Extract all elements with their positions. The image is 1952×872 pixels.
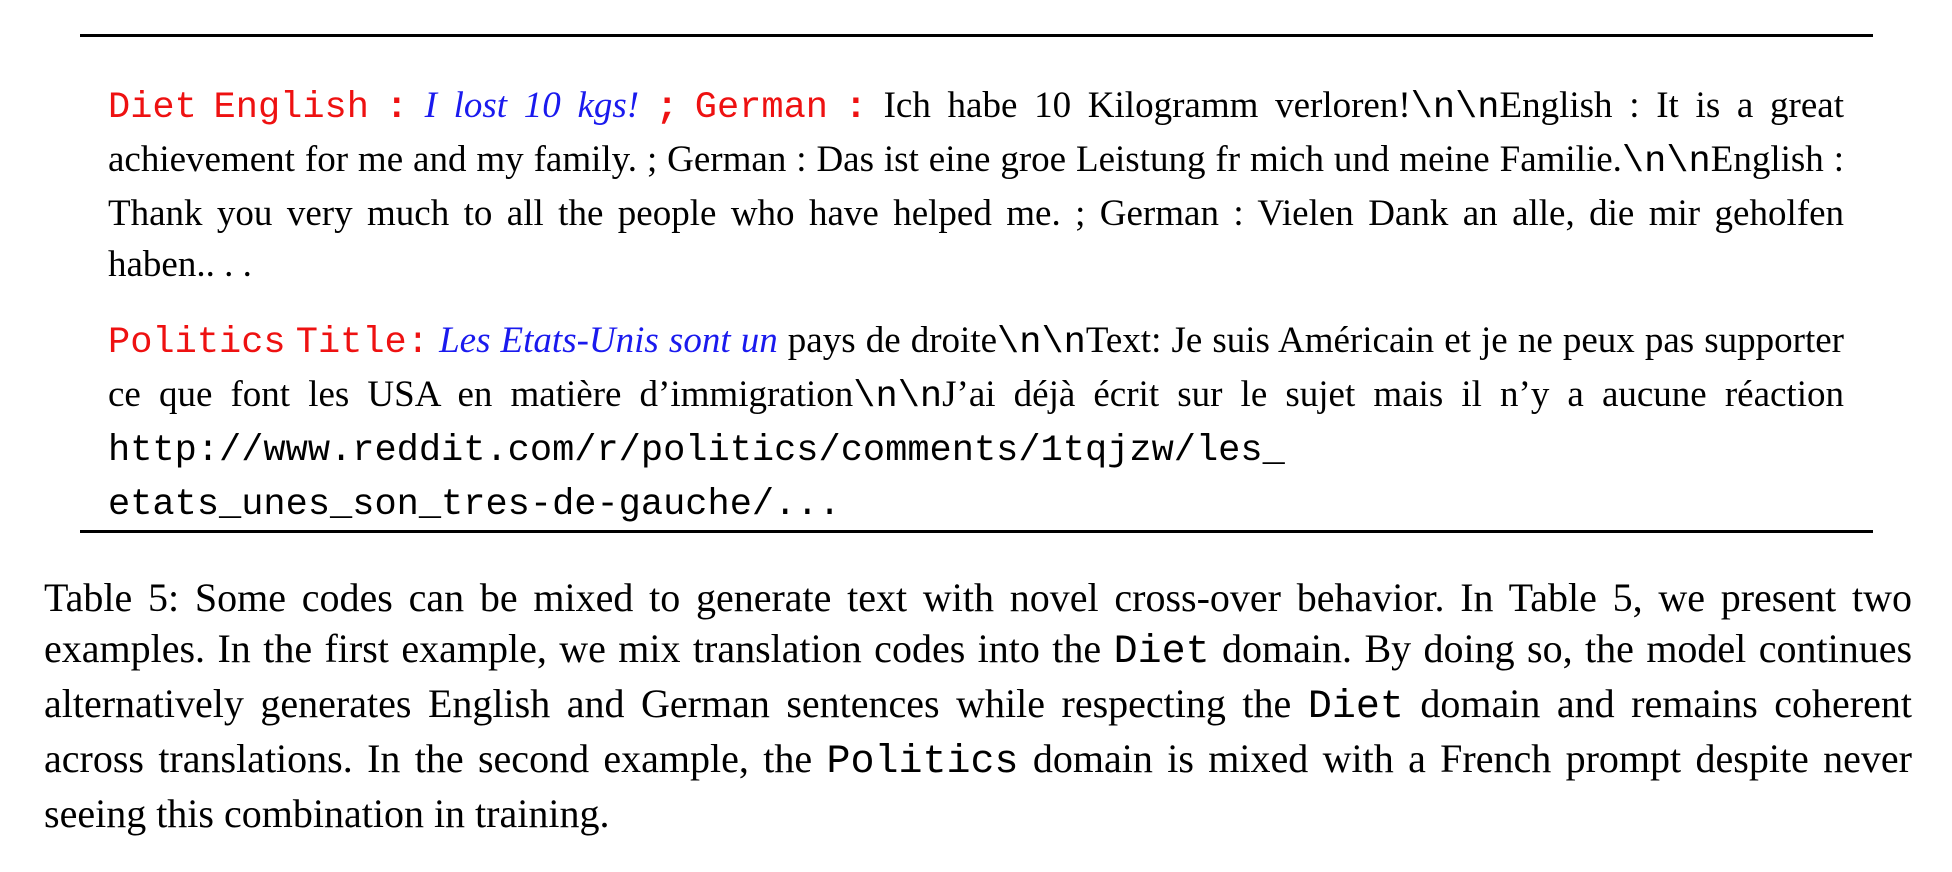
caption-code-diet-2: Diet [1307,685,1404,730]
prompt-text: Les Etats-Unis sont un [439,320,778,361]
newline-token: \n\n [997,322,1086,364]
newline-token: \n\n [1410,87,1500,129]
caption-code-diet: Diet [1113,630,1210,675]
table-bottom-rule [80,530,1873,533]
generated-url-line-2: etats_unes_son_tres-de-gauche/... [108,484,841,526]
table-row-politics-example: Politics Title: Les Etats-Unis sont un p… [108,315,1844,531]
generated-url-line-1: http://www.reddit.com/r/politics/comment… [108,430,1285,472]
generated-text-a: Ich habe 10 Kilogramm verloren! [883,85,1411,126]
table-caption: Table 5: Some codes can be mixed to gene… [44,572,1912,839]
control-separator-colon-2: : [844,87,867,129]
table-row-diet-example: Diet English : I lost 10 kgs! ; German :… [108,80,1844,290]
newline-token-2: \n\n [1621,141,1711,183]
newline-token-2: \n\n [853,376,943,418]
control-code-title: Title: [295,322,429,364]
control-code-politics: Politics [108,322,286,364]
control-code-diet: Diet [108,87,197,129]
generated-text-a: pays de droite [787,320,998,361]
caption-code-politics: Politics [826,740,1019,785]
control-code-english: English [213,87,369,129]
prompt-text: I lost 10 kgs! [424,85,640,126]
generated-text-c: J’ai déjà écrit sur le sujet mais il n’y… [942,374,1844,415]
control-separator-semicolon: ; [655,87,679,129]
control-code-german: German [694,87,828,129]
table-top-rule [80,34,1873,37]
control-separator-colon: : [385,87,408,129]
